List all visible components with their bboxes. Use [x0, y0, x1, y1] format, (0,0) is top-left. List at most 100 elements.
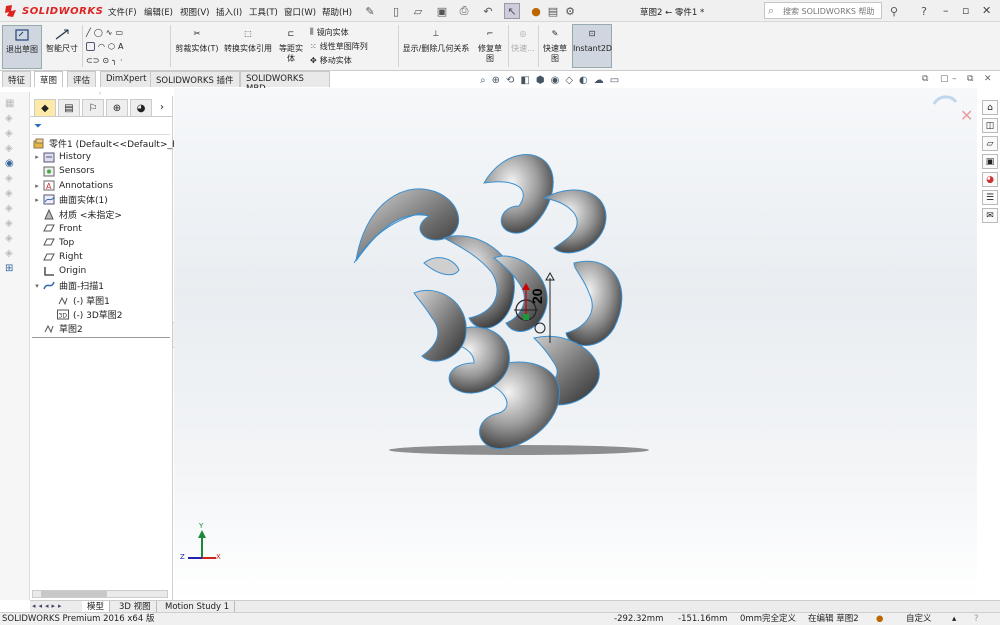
- menu-tools[interactable]: 工具(T): [249, 6, 278, 18]
- tree-item[interactable]: ▸ History: [32, 150, 91, 164]
- dimxpert-tab-icon[interactable]: ⊕: [106, 99, 128, 116]
- instant2d-button[interactable]: ⊡ Instant2D: [572, 24, 612, 68]
- resources-icon[interactable]: ◫: [982, 118, 998, 133]
- view-settings-icon[interactable]: ▭: [610, 75, 619, 86]
- scrollbar-thumb[interactable]: [41, 591, 107, 597]
- viewport-minimize-icon[interactable]: –: [952, 74, 957, 84]
- slot-icon[interactable]: ⊂⊃: [86, 56, 99, 65]
- status-help-icon[interactable]: ?: [974, 613, 979, 625]
- expand-arrow-icon[interactable]: ▸: [32, 182, 42, 190]
- strip-icon-9[interactable]: ◈: [5, 218, 14, 229]
- exit-sketch-button[interactable]: 退出草图: [2, 25, 42, 69]
- tab-addins[interactable]: SOLIDWORKS 插件: [150, 71, 240, 87]
- print-icon[interactable]: ⎙: [456, 3, 472, 19]
- search-input[interactable]: ⌕ 搜索 SOLIDWORKS 帮助: [764, 2, 882, 19]
- dimension-label[interactable]: 20: [529, 288, 545, 304]
- menu-help[interactable]: 帮助(H): [322, 6, 352, 18]
- appearances-icon[interactable]: ◕: [982, 172, 998, 187]
- section-view-icon[interactable]: ◧: [520, 75, 529, 86]
- trim-entities-button[interactable]: ✂ 剪裁实体(T): [174, 25, 220, 54]
- cancel-sketch-icon[interactable]: ✕: [960, 106, 973, 125]
- linear-pattern-button[interactable]: ⁙ 线性草图阵列: [310, 39, 396, 53]
- confirmation-corner[interactable]: [932, 94, 960, 114]
- zoom-area-icon[interactable]: ⊕: [492, 75, 500, 86]
- forum-icon[interactable]: ✉: [982, 208, 998, 223]
- rectangle-icon[interactable]: [86, 41, 95, 51]
- appearance-icon[interactable]: ◐: [579, 75, 588, 86]
- options-icon[interactable]: ⚙: [562, 3, 578, 19]
- new-icon[interactable]: ▯: [388, 3, 404, 19]
- menu-view[interactable]: 视图(V): [180, 6, 209, 18]
- search-button-icon[interactable]: ⚲: [886, 3, 902, 19]
- view-palette-icon[interactable]: ▣: [982, 154, 998, 169]
- tree-item[interactable]: 材质 <未指定>: [32, 207, 122, 221]
- viewport-close-icon[interactable]: ✕: [984, 74, 992, 84]
- hide-show-icon[interactable]: ◇: [565, 75, 573, 86]
- display-style-icon[interactable]: ◉: [551, 75, 560, 86]
- open-icon[interactable]: ▱: [410, 3, 426, 19]
- viewport-restore-icon[interactable]: ⧉: [967, 74, 973, 84]
- graphics-area[interactable]: 20 ✕ Y X Z: [174, 88, 977, 600]
- expand-arrow-icon[interactable]: ▸: [32, 196, 42, 204]
- tree-item[interactable]: 3D (-) 3D草图2: [56, 307, 123, 321]
- text-icon[interactable]: A: [118, 42, 123, 51]
- sweep-surface-model[interactable]: 20: [174, 88, 977, 600]
- viewport-split-icon[interactable]: ▢: [940, 74, 949, 84]
- tree-item[interactable]: (-) 草图1: [56, 293, 110, 307]
- point-small-icon[interactable]: ·: [120, 56, 123, 65]
- move-entities-button[interactable]: ✥ 移动实体: [310, 53, 396, 67]
- display-manager-tab-icon[interactable]: ◕: [130, 99, 152, 116]
- tree-item[interactable]: Sensors: [32, 164, 95, 178]
- expand-arrow-icon[interactable]: ▸: [32, 153, 42, 161]
- strip-icon-1[interactable]: ▦: [5, 98, 14, 109]
- convert-entities-button[interactable]: ⬚ 转换实体引用: [222, 25, 274, 54]
- strip-icon-11[interactable]: ◈: [5, 248, 14, 259]
- configuration-tab-icon[interactable]: ⚐: [82, 99, 104, 116]
- offset-entities-button[interactable]: ⊏ 等距实 体: [276, 25, 306, 64]
- file-properties-icon[interactable]: ▤: [545, 3, 561, 19]
- strip-icon-6[interactable]: ◈: [5, 173, 14, 184]
- strip-icon-8[interactable]: ◈: [5, 203, 14, 214]
- status-units[interactable]: 自定义: [906, 613, 932, 625]
- menu-window[interactable]: 窗口(W): [284, 6, 316, 18]
- menu-file[interactable]: 文件(F): [108, 6, 137, 18]
- panel-expand-icon[interactable]: ›: [160, 99, 164, 116]
- zoom-to-fit-icon[interactable]: ⌕: [480, 75, 486, 86]
- file-explorer-icon[interactable]: ▱: [982, 136, 998, 151]
- rebuild-icon[interactable]: ●: [528, 3, 544, 19]
- tab-evaluate[interactable]: 评估: [67, 71, 97, 87]
- tree-item[interactable]: ▸ 曲面实体(1): [32, 193, 108, 207]
- strip-icon-10[interactable]: ◈: [5, 233, 14, 244]
- property-manager-tab-icon[interactable]: ▤: [58, 99, 80, 116]
- tab-sketch[interactable]: 草图: [34, 71, 64, 87]
- rapid-sketch-button[interactable]: ✎ 快速草 图: [540, 25, 570, 64]
- collapse-arrow-icon[interactable]: ▾: [32, 282, 42, 290]
- repair-sketch-button[interactable]: ⌐ 修复草 图: [474, 25, 506, 64]
- tab-nav-arrows-icon[interactable]: ◂◂◂▸▸: [32, 602, 65, 610]
- strip-icon-12[interactable]: ⊞: [5, 263, 14, 274]
- menu-edit[interactable]: 编辑(E): [144, 6, 173, 18]
- polygon-icon[interactable]: ⬡: [108, 42, 115, 51]
- strip-icon-7[interactable]: ◈: [5, 188, 14, 199]
- tab-mbd[interactable]: SOLIDWORKS MBD: [240, 71, 330, 94]
- save-icon[interactable]: ▣: [434, 3, 450, 19]
- tree-item[interactable]: Front: [32, 222, 82, 236]
- tab-dimxpert[interactable]: DimXpert: [100, 71, 153, 87]
- strip-icon-2[interactable]: ◈: [5, 113, 14, 124]
- select-icon[interactable]: ↖: [504, 3, 520, 19]
- tree-item[interactable]: Top: [32, 236, 74, 250]
- view-orientation-icon[interactable]: ⬢: [536, 75, 545, 86]
- plane-sketch-icon[interactable]: ▭: [115, 28, 123, 37]
- quick-snaps-button[interactable]: ◎ 快速...: [510, 25, 536, 54]
- pin-icon[interactable]: ✎: [362, 3, 378, 19]
- circle-icon[interactable]: ◯: [94, 28, 103, 37]
- solidworks-logo[interactable]: SOLIDWORKS: [4, 3, 103, 19]
- tab-features[interactable]: 特征: [2, 71, 32, 87]
- previous-view-icon[interactable]: ⟲: [506, 75, 514, 86]
- spline-icon[interactable]: ∿: [106, 28, 113, 37]
- help-icon[interactable]: ?: [916, 3, 932, 19]
- tree-root-part[interactable]: 零件1 (Default<<Default>_Ph: [32, 136, 183, 150]
- arc-icon[interactable]: ◠: [98, 42, 105, 51]
- tree-item[interactable]: ▾ 曲面-扫描1: [32, 279, 104, 293]
- strip-icon-3[interactable]: ◈: [5, 128, 14, 139]
